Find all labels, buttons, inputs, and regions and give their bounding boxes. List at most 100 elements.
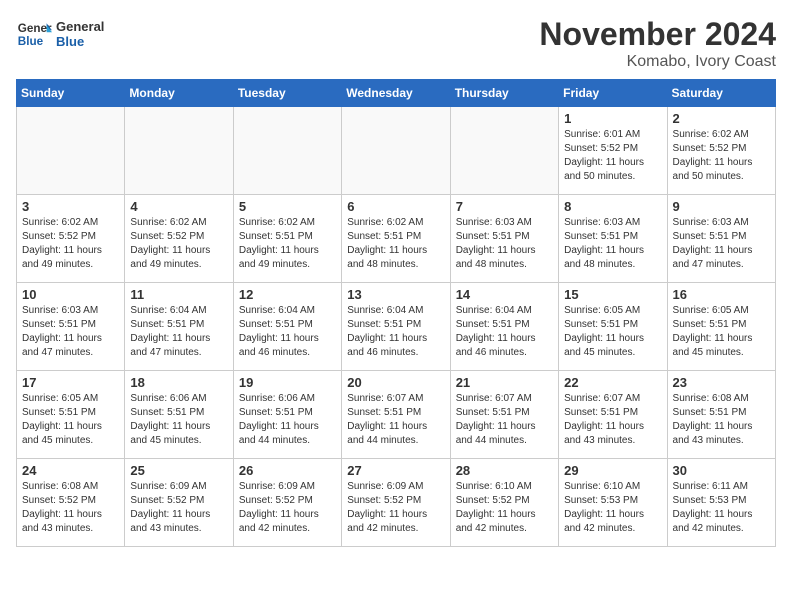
day-number: 5 — [239, 199, 336, 214]
day-info: Sunrise: 6:09 AMSunset: 5:52 PMDaylight:… — [347, 480, 444, 536]
day-number: 7 — [456, 199, 553, 214]
day-info: Sunrise: 6:07 AMSunset: 5:51 PMDaylight:… — [347, 392, 444, 448]
day-info: Sunrise: 6:05 AMSunset: 5:51 PMDaylight:… — [673, 304, 770, 360]
day-info: Sunrise: 6:07 AMSunset: 5:51 PMDaylight:… — [456, 392, 553, 448]
page-header: General Blue General Blue November 2024 … — [16, 16, 776, 71]
calendar-cell: 9 Sunrise: 6:03 AMSunset: 5:51 PMDaylight… — [667, 195, 775, 283]
calendar-cell: 19 Sunrise: 6:06 AMSunset: 5:51 PMDayligh… — [233, 371, 341, 459]
day-info: Sunrise: 6:03 AMSunset: 5:51 PMDaylight:… — [564, 216, 661, 272]
calendar-cell: 30Sunrise: 6:11 AMSunset: 5:53 PMDayligh… — [667, 459, 775, 547]
weekday-header: Sunday — [17, 80, 125, 107]
title-block: November 2024 Komabo, Ivory Coast — [539, 16, 776, 71]
weekday-header: Thursday — [450, 80, 558, 107]
calendar-week-row: 10 Sunrise: 6:03 AMSunset: 5:51 PMDayligh… — [17, 283, 776, 371]
calendar-cell: 6 Sunrise: 6:02 AMSunset: 5:51 PMDaylight… — [342, 195, 450, 283]
calendar-cell: 22Sunrise: 6:07 AMSunset: 5:51 PMDayligh… — [559, 371, 667, 459]
calendar-cell: 10 Sunrise: 6:03 AMSunset: 5:51 PMDayligh… — [17, 283, 125, 371]
calendar-cell: 3Sunrise: 6:02 AMSunset: 5:52 PMDaylight… — [17, 195, 125, 283]
day-info: Sunrise: 6:02 AMSunset: 5:52 PMDaylight:… — [130, 216, 227, 272]
day-info: Sunrise: 6:04 AMSunset: 5:51 PMDaylight:… — [239, 304, 336, 360]
calendar-cell: 7 Sunrise: 6:03 AMSunset: 5:51 PMDaylight… — [450, 195, 558, 283]
day-number: 12 — [239, 287, 336, 302]
day-info: Sunrise: 6:05 AMSunset: 5:51 PMDaylight:… — [22, 392, 119, 448]
calendar-table: SundayMondayTuesdayWednesdayThursdayFrid… — [16, 79, 776, 547]
calendar-cell: 28 Sunrise: 6:10 AMSunset: 5:52 PMDayligh… — [450, 459, 558, 547]
calendar-cell — [17, 107, 125, 195]
day-info: Sunrise: 6:02 AMSunset: 5:52 PMDaylight:… — [22, 216, 119, 272]
calendar-cell: 26 Sunrise: 6:09 AMSunset: 5:52 PMDayligh… — [233, 459, 341, 547]
day-info: Sunrise: 6:03 AMSunset: 5:51 PMDaylight:… — [673, 216, 770, 272]
day-info: Sunrise: 6:04 AMSunset: 5:51 PMDaylight:… — [130, 304, 227, 360]
day-number: 27 — [347, 463, 444, 478]
day-info: Sunrise: 6:05 AMSunset: 5:51 PMDaylight:… — [564, 304, 661, 360]
day-number: 26 — [239, 463, 336, 478]
calendar-cell: 23 Sunrise: 6:08 AMSunset: 5:51 PMDayligh… — [667, 371, 775, 459]
day-info: Sunrise: 6:10 AMSunset: 5:52 PMDaylight:… — [456, 480, 553, 536]
day-info: Sunrise: 6:01 AMSunset: 5:52 PMDaylight:… — [564, 128, 661, 184]
calendar-cell: 1 Sunrise: 6:01 AMSunset: 5:52 PMDaylight… — [559, 107, 667, 195]
weekday-header: Friday — [559, 80, 667, 107]
day-number: 29 — [564, 463, 661, 478]
weekday-header: Tuesday — [233, 80, 341, 107]
day-number: 23 — [673, 375, 770, 390]
day-info: Sunrise: 6:02 AMSunset: 5:51 PMDaylight:… — [347, 216, 444, 272]
calendar-cell — [125, 107, 233, 195]
day-info: Sunrise: 6:03 AMSunset: 5:51 PMDaylight:… — [456, 216, 553, 272]
calendar-cell — [342, 107, 450, 195]
day-info: Sunrise: 6:08 AMSunset: 5:52 PMDaylight:… — [22, 480, 119, 536]
weekday-header-row: SundayMondayTuesdayWednesdayThursdayFrid… — [17, 80, 776, 107]
day-number: 25 — [130, 463, 227, 478]
calendar-week-row: 17Sunrise: 6:05 AMSunset: 5:51 PMDayligh… — [17, 371, 776, 459]
calendar-cell — [450, 107, 558, 195]
weekday-header: Wednesday — [342, 80, 450, 107]
calendar-cell: 14 Sunrise: 6:04 AMSunset: 5:51 PMDayligh… — [450, 283, 558, 371]
day-number: 1 — [564, 111, 661, 126]
day-info: Sunrise: 6:09 AMSunset: 5:52 PMDaylight:… — [239, 480, 336, 536]
logo-icon: General Blue — [16, 16, 52, 52]
day-info: Sunrise: 6:04 AMSunset: 5:51 PMDaylight:… — [456, 304, 553, 360]
day-info: Sunrise: 6:04 AMSunset: 5:51 PMDaylight:… — [347, 304, 444, 360]
day-number: 2 — [673, 111, 770, 126]
calendar-cell: 29 Sunrise: 6:10 AMSunset: 5:53 PMDayligh… — [559, 459, 667, 547]
calendar-cell: 15 Sunrise: 6:05 AMSunset: 5:51 PMDayligh… — [559, 283, 667, 371]
calendar-cell: 16 Sunrise: 6:05 AMSunset: 5:51 PMDayligh… — [667, 283, 775, 371]
calendar-cell: 17Sunrise: 6:05 AMSunset: 5:51 PMDayligh… — [17, 371, 125, 459]
calendar-cell: 18 Sunrise: 6:06 AMSunset: 5:51 PMDayligh… — [125, 371, 233, 459]
day-number: 18 — [130, 375, 227, 390]
day-info: Sunrise: 6:10 AMSunset: 5:53 PMDaylight:… — [564, 480, 661, 536]
day-info: Sunrise: 6:06 AMSunset: 5:51 PMDaylight:… — [130, 392, 227, 448]
day-number: 19 — [239, 375, 336, 390]
day-number: 8 — [564, 199, 661, 214]
day-info: Sunrise: 6:03 AMSunset: 5:51 PMDaylight:… — [22, 304, 119, 360]
month-title: November 2024 — [539, 16, 776, 53]
day-number: 16 — [673, 287, 770, 302]
calendar-cell: 20Sunrise: 6:07 AMSunset: 5:51 PMDayligh… — [342, 371, 450, 459]
day-info: Sunrise: 6:07 AMSunset: 5:51 PMDaylight:… — [564, 392, 661, 448]
day-number: 14 — [456, 287, 553, 302]
day-number: 21 — [456, 375, 553, 390]
day-info: Sunrise: 6:02 AMSunset: 5:51 PMDaylight:… — [239, 216, 336, 272]
calendar-cell: 5 Sunrise: 6:02 AMSunset: 5:51 PMDaylight… — [233, 195, 341, 283]
calendar-cell: 2Sunrise: 6:02 AMSunset: 5:52 PMDaylight… — [667, 107, 775, 195]
calendar-cell: 4Sunrise: 6:02 AMSunset: 5:52 PMDaylight… — [125, 195, 233, 283]
calendar-cell — [233, 107, 341, 195]
day-info: Sunrise: 6:06 AMSunset: 5:51 PMDaylight:… — [239, 392, 336, 448]
day-number: 24 — [22, 463, 119, 478]
calendar-week-row: 1 Sunrise: 6:01 AMSunset: 5:52 PMDaylight… — [17, 107, 776, 195]
day-number: 15 — [564, 287, 661, 302]
day-number: 9 — [673, 199, 770, 214]
day-info: Sunrise: 6:08 AMSunset: 5:51 PMDaylight:… — [673, 392, 770, 448]
svg-text:Blue: Blue — [18, 35, 44, 48]
day-number: 28 — [456, 463, 553, 478]
calendar-cell: 21 Sunrise: 6:07 AMSunset: 5:51 PMDayligh… — [450, 371, 558, 459]
logo-general: General — [56, 19, 104, 34]
day-info: Sunrise: 6:09 AMSunset: 5:52 PMDaylight:… — [130, 480, 227, 536]
logo: General Blue General Blue — [16, 16, 104, 52]
calendar-week-row: 3Sunrise: 6:02 AMSunset: 5:52 PMDaylight… — [17, 195, 776, 283]
calendar-cell: 12 Sunrise: 6:04 AMSunset: 5:51 PMDayligh… — [233, 283, 341, 371]
weekday-header: Saturday — [667, 80, 775, 107]
day-number: 10 — [22, 287, 119, 302]
weekday-header: Monday — [125, 80, 233, 107]
day-info: Sunrise: 6:11 AMSunset: 5:53 PMDaylight:… — [673, 480, 770, 536]
day-number: 6 — [347, 199, 444, 214]
